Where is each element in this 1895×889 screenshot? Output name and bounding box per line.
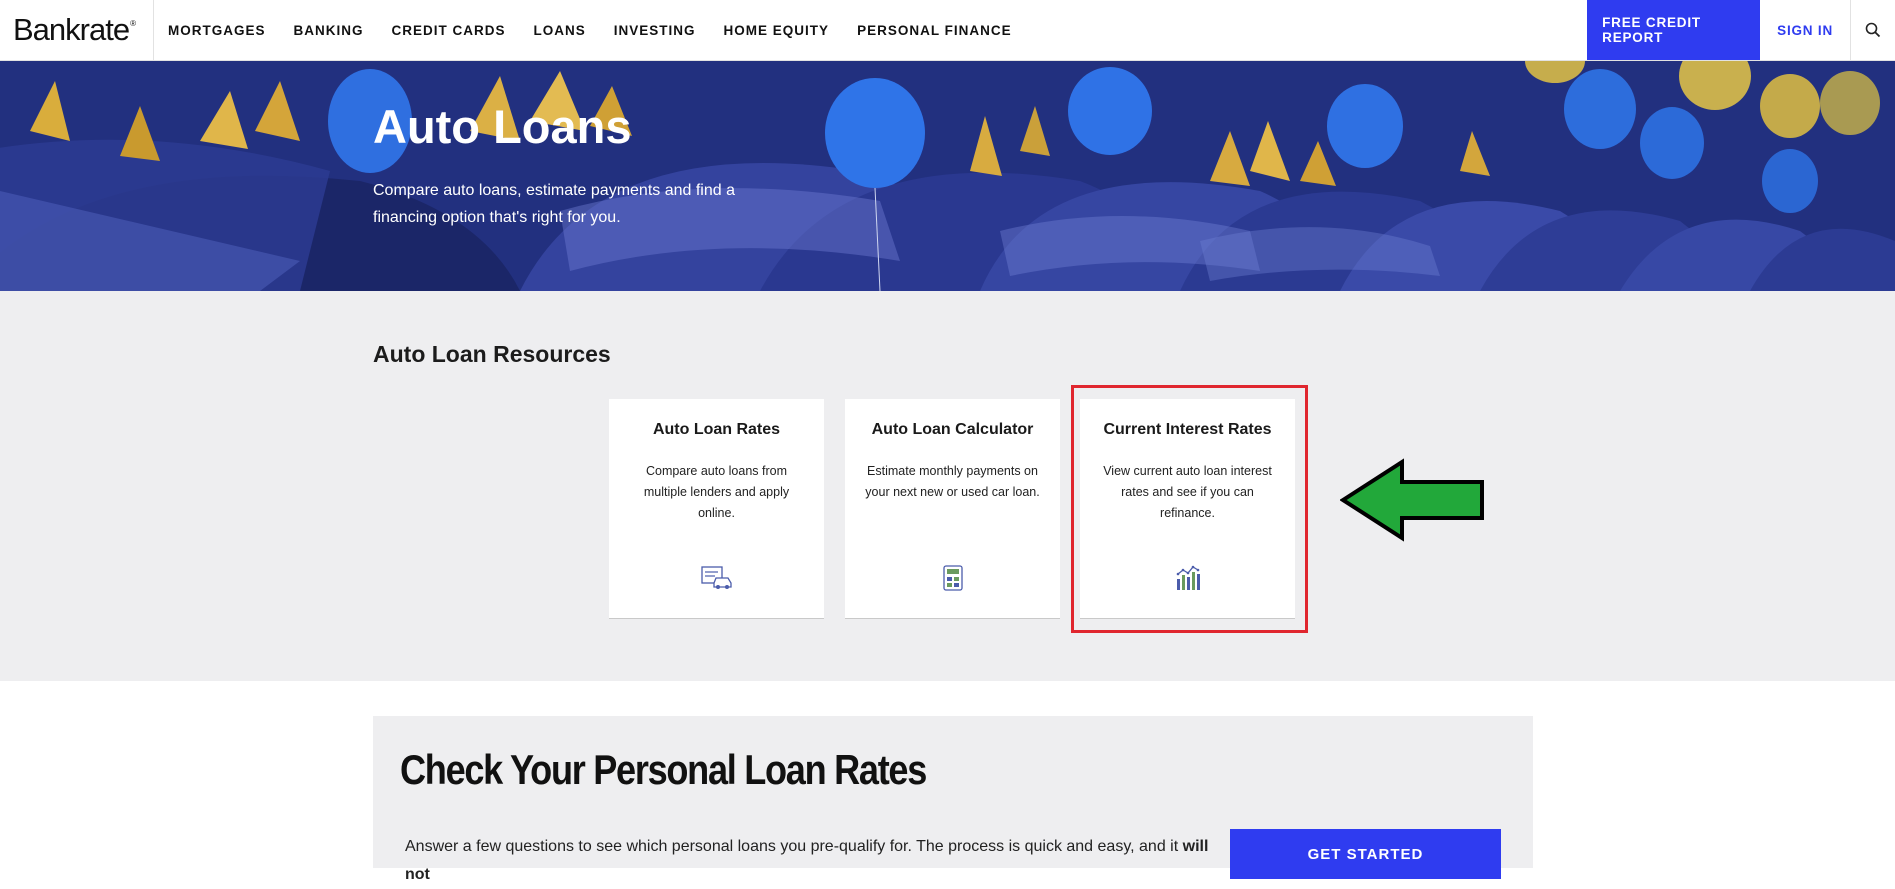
nav-personal-finance[interactable]: PERSONAL FINANCE [857,23,1012,38]
car-document-icon [609,565,824,589]
card-description: Estimate monthly payments on your next n… [865,464,1040,499]
logo-text: Bankrate [13,12,130,47]
green-arrow-icon [1340,458,1484,542]
free-credit-report-button[interactable]: FREE CREDIT REPORT [1587,0,1761,60]
highlight-box [1071,385,1308,633]
nav-home-equity[interactable]: HOME EQUITY [724,23,830,38]
bankrate-logo[interactable]: Bankrate ® [0,0,154,60]
personal-loan-rates-section: Check Your Personal Loan Rates Answer a … [373,716,1533,883]
search-button[interactable] [1851,0,1895,60]
get-started-button[interactable]: GET STARTED [1230,829,1501,879]
nav-mortgages[interactable]: MORTGAGES [168,23,266,38]
card-title: Auto Loan Calculator [871,421,1034,438]
main-nav: MORTGAGES BANKING CREDIT CARDS LOANS INV… [154,0,1040,60]
section-title: Check Your Personal Loan Rates [400,746,927,793]
hero-background-image [0,61,1895,291]
card-auto-loan-calculator[interactable]: Auto Loan Calculator Estimate monthly pa… [845,399,1060,619]
hero-title: Auto Loans [373,100,632,153]
header-actions: FREE CREDIT REPORT SIGN IN [1587,0,1895,60]
search-icon [1865,22,1881,38]
calculator-icon [845,565,1060,591]
hero-banner: Auto Loans Compare auto loans, estimate … [0,61,1895,291]
nav-banking[interactable]: BANKING [294,23,364,38]
nav-credit-cards[interactable]: CREDIT CARDS [392,23,506,38]
card-auto-loan-rates[interactable]: Auto Loan Rates Compare auto loans from … [609,399,824,619]
sign-in-link[interactable]: SIGN IN [1760,0,1851,60]
resources-title: Auto Loan Resources [373,341,611,367]
card-description: Compare auto loans from multiple lenders… [643,464,790,520]
site-header: Bankrate ® MORTGAGES BANKING CREDIT CARDS… [0,0,1895,61]
section-description: Answer a few questions to see which pers… [405,833,1235,889]
nav-investing[interactable]: INVESTING [614,23,696,38]
resources-section: Auto Loan Resources Auto Loan Rates Comp… [0,291,1895,681]
card-title: Auto Loan Rates [652,421,781,438]
description-text: Answer a few questions to see which pers… [405,838,1179,855]
hero-subtitle: Compare auto loans, estimate payments an… [373,182,735,226]
nav-loans[interactable]: LOANS [534,23,586,38]
registered-mark: ® [130,18,136,28]
